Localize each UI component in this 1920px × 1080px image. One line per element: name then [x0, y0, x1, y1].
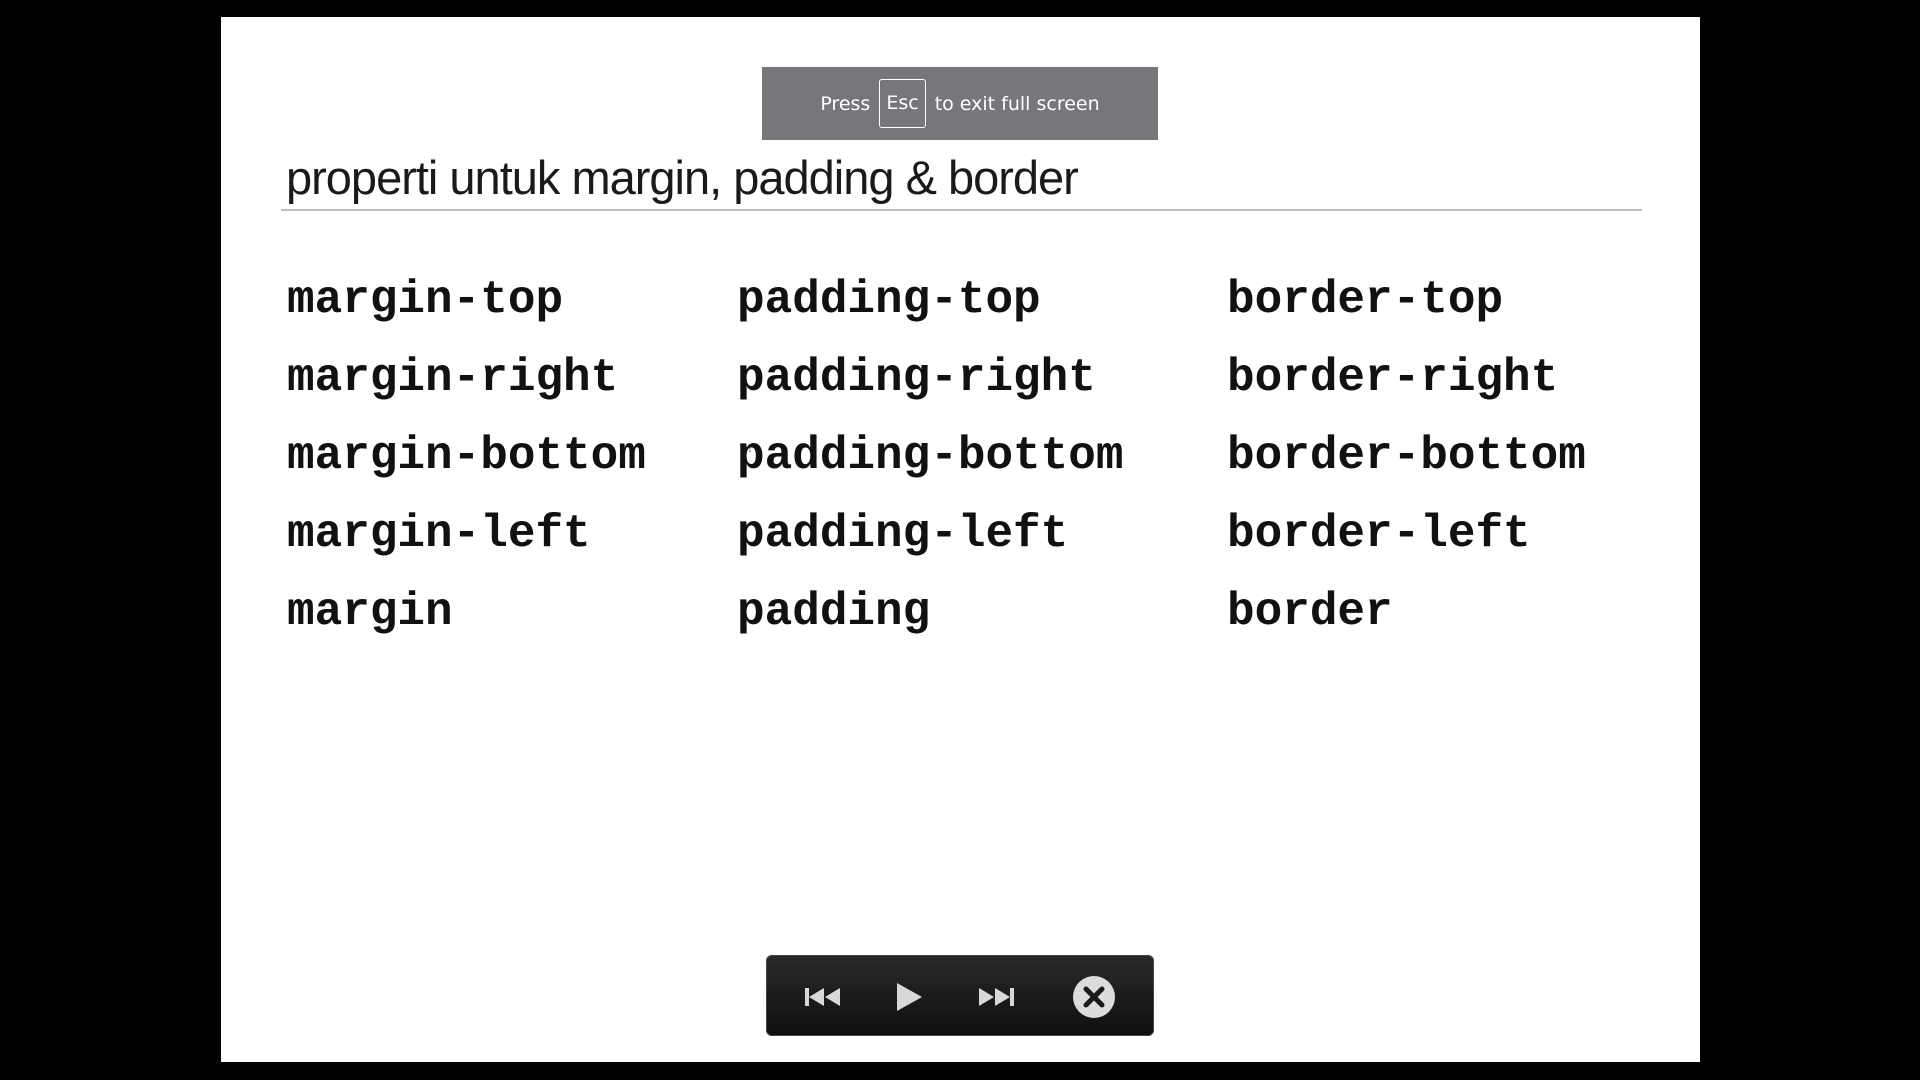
property-item: padding-left [737, 508, 1069, 560]
property-item: border [1227, 586, 1393, 638]
border-column: border-top border-right border-bottom bo… [1227, 261, 1586, 651]
property-item: padding [737, 586, 931, 638]
close-button[interactable] [1072, 975, 1116, 1019]
notice-prefix: Press [820, 92, 871, 115]
property-item: border-left [1227, 508, 1531, 560]
margin-column: margin-top margin-right margin-bottom ma… [287, 261, 646, 651]
previous-button[interactable] [801, 975, 845, 1019]
property-item: border-right [1227, 352, 1559, 404]
title-divider [281, 209, 1642, 211]
property-item: padding-bottom [737, 430, 1124, 482]
esc-key-badge: Esc [879, 79, 926, 128]
property-item: margin [287, 586, 453, 638]
play-icon [897, 983, 922, 1011]
property-item: margin-left [287, 508, 591, 560]
fullscreen-presentation: properti untuk margin, padding & border … [0, 0, 1920, 1080]
skip-back-icon [805, 988, 840, 1006]
property-item: border-top [1227, 274, 1504, 326]
property-item: margin-right [287, 352, 619, 404]
property-item: margin-bottom [287, 430, 646, 482]
next-button[interactable] [974, 975, 1018, 1019]
property-item: padding-top [737, 274, 1041, 326]
property-item: border-bottom [1227, 430, 1586, 482]
text-cursor-icon [749, 444, 751, 452]
property-item: margin-top [287, 274, 564, 326]
padding-column: padding-top padding-right padding-bottom… [737, 261, 1123, 651]
fullscreen-exit-notice: Press Esc to exit full screen [762, 67, 1158, 140]
slide-title: properti untuk margin, padding & border [286, 151, 1079, 204]
close-icon [1073, 976, 1115, 1018]
playback-controls [766, 955, 1154, 1036]
play-button[interactable] [886, 975, 930, 1019]
notice-suffix: to exit full screen [934, 92, 1100, 115]
property-item: padding-right [737, 352, 1096, 404]
slide: properti untuk margin, padding & border … [221, 17, 1700, 1062]
skip-forward-icon [979, 988, 1014, 1006]
